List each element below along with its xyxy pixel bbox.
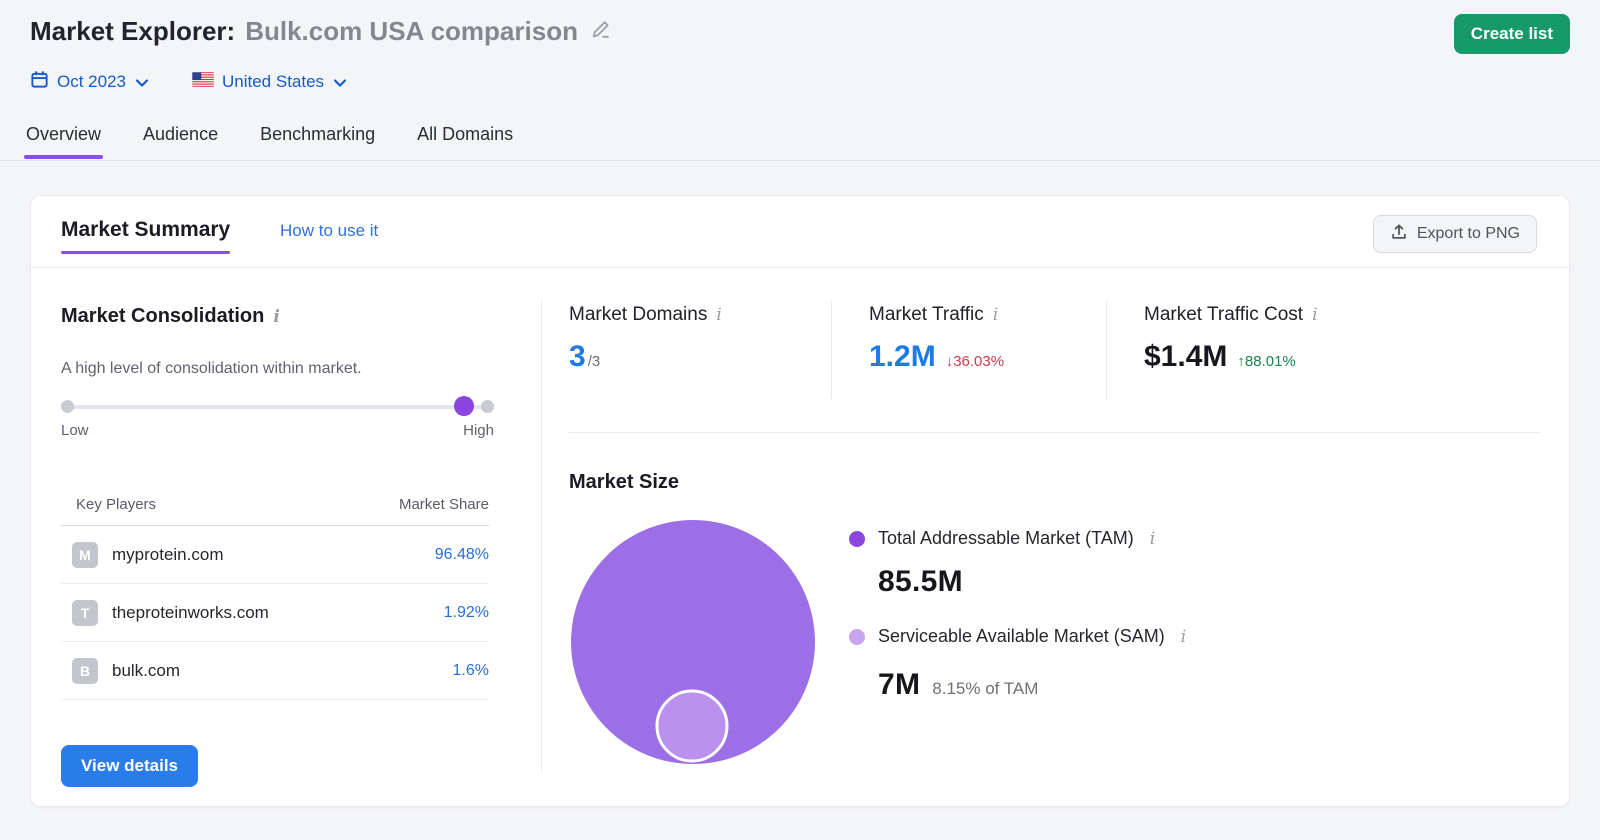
stat-label-text: Market Domains (569, 304, 707, 326)
filters-row: Oct 2023 United States (30, 70, 346, 94)
stat-market-traffic: Market Traffic i 1.2M ↓36.03% (869, 304, 1004, 374)
info-icon[interactable]: i (716, 305, 721, 325)
legend-tam: Total Addressable Market (TAM) i (849, 528, 1155, 549)
stat-market-domains: Market Domains i 3/3 (569, 304, 722, 374)
stat-label: Market Traffic Cost i (1144, 304, 1318, 326)
stat-value: $1.4M (1144, 340, 1227, 374)
country-selector[interactable]: United States (192, 72, 346, 92)
consolidation-slider-handle[interactable] (454, 396, 474, 416)
key-players-table: Key Players Market Share M myprotein.com… (61, 496, 489, 700)
stat-market-traffic-cost: Market Traffic Cost i $1.4M ↑88.01% (1144, 304, 1318, 374)
table-row[interactable]: B bulk.com 1.6% (61, 642, 489, 700)
market-share-value[interactable]: 96.48% (435, 546, 489, 564)
sam-legend-label: Serviceable Available Market (SAM) (878, 626, 1165, 647)
slider-end-dot (481, 400, 494, 413)
sam-circle[interactable] (657, 691, 727, 761)
market-summary-card: Market Summary How to use it Export to P… (30, 195, 1570, 807)
table-row[interactable]: T theproteinworks.com 1.92% (61, 584, 489, 642)
tam-value: 85.5M (878, 565, 963, 599)
tab-all-domains[interactable]: All Domains (417, 124, 513, 159)
calendar-icon (30, 70, 49, 94)
chevron-down-icon (334, 72, 346, 92)
tabs-divider (0, 160, 1600, 161)
info-icon[interactable]: i (1150, 529, 1155, 549)
col-key-players: Key Players (76, 496, 156, 513)
chevron-down-icon (136, 72, 148, 92)
domain-label: theproteinworks.com (112, 603, 444, 623)
market-size-title: Market Size (569, 471, 679, 494)
stat-label: Market Traffic i (869, 304, 1004, 326)
date-selector-label: Oct 2023 (57, 72, 126, 92)
domain-avatar: M (72, 542, 98, 568)
info-icon[interactable]: i (993, 305, 998, 325)
stat-value: 3 (569, 340, 586, 374)
market-consolidation-title: Market Consolidation i (61, 305, 280, 328)
sam-value-row: 7M 8.15% of TAM (878, 668, 1038, 702)
column-divider (541, 299, 542, 773)
stat-label-text: Market Traffic Cost (1144, 304, 1303, 326)
slider-labels: Low High (61, 422, 494, 439)
stat-change-value: 36.03% (953, 353, 1004, 370)
market-consolidation-description: A high level of consolidation within mar… (61, 360, 362, 378)
page-title-prefix: Market Explorer: (30, 16, 235, 47)
legend-sam: Serviceable Available Market (SAM) i (849, 626, 1186, 647)
domain-label: bulk.com (112, 661, 453, 681)
stat-label-text: Market Traffic (869, 304, 984, 326)
export-button-label: Export to PNG (1417, 225, 1520, 243)
arrow-up-icon: ↑ (1237, 353, 1245, 370)
stat-change-positive: ↑88.01% (1237, 353, 1295, 370)
date-selector[interactable]: Oct 2023 (30, 70, 148, 94)
how-to-use-link[interactable]: How to use it (280, 221, 378, 241)
info-icon[interactable]: i (1181, 627, 1186, 647)
tab-benchmarking[interactable]: Benchmarking (260, 124, 375, 159)
market-consolidation-title-text: Market Consolidation (61, 305, 264, 328)
tab-audience[interactable]: Audience (143, 124, 218, 159)
info-icon[interactable]: i (273, 307, 279, 327)
page-title-name: Bulk.com USA comparison (245, 16, 578, 47)
col-market-share: Market Share (399, 496, 489, 513)
card-header-divider (31, 267, 1569, 268)
create-list-button[interactable]: Create list (1454, 14, 1570, 54)
table-row[interactable]: M myprotein.com 96.48% (61, 526, 489, 584)
consolidation-slider[interactable] (61, 395, 494, 417)
export-icon (1390, 223, 1408, 246)
country-selector-label: United States (222, 72, 324, 92)
tab-market-summary[interactable]: Market Summary (61, 218, 230, 254)
market-size-bubble-chart (561, 512, 831, 780)
view-details-button[interactable]: View details (61, 745, 198, 787)
main-tabs: Overview Audience Benchmarking All Domai… (26, 124, 513, 159)
domain-avatar: T (72, 600, 98, 626)
stat-divider (1106, 301, 1107, 399)
tam-legend-dot (849, 531, 865, 547)
sam-legend-dot (849, 629, 865, 645)
export-to-png-button[interactable]: Export to PNG (1373, 215, 1537, 253)
stat-value: 1.2M (869, 340, 936, 374)
sam-value: 7M (878, 668, 920, 702)
slider-high-label: High (463, 422, 494, 439)
stat-label: Market Domains i (569, 304, 722, 326)
domain-avatar: B (72, 658, 98, 684)
tab-overview[interactable]: Overview (26, 124, 101, 159)
stat-divider (831, 301, 832, 399)
key-players-table-header: Key Players Market Share (61, 496, 489, 526)
domain-label: myprotein.com (112, 545, 435, 565)
tam-legend-label: Total Addressable Market (TAM) (878, 528, 1134, 549)
stats-divider (569, 432, 1541, 433)
page-title: Market Explorer: Bulk.com USA comparison (30, 16, 612, 47)
stat-suffix: /3 (588, 353, 601, 370)
market-share-value[interactable]: 1.92% (444, 604, 489, 622)
sam-note: 8.15% of TAM (932, 679, 1038, 699)
stat-change-negative: ↓36.03% (946, 353, 1004, 370)
consolidation-slider-track[interactable] (61, 405, 494, 409)
market-share-value[interactable]: 1.6% (453, 662, 489, 680)
slider-low-label: Low (61, 422, 89, 439)
us-flag-icon (192, 72, 214, 92)
stat-change-value: 88.01% (1245, 353, 1296, 370)
slider-start-dot (61, 400, 74, 413)
info-icon[interactable]: i (1312, 305, 1317, 325)
edit-title-icon[interactable] (590, 16, 612, 47)
